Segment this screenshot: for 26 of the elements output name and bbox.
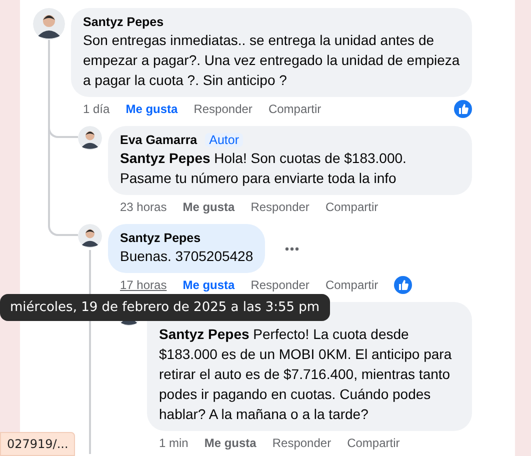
status-url: 027919/...	[0, 432, 76, 456]
author-badge: Autor	[205, 133, 244, 147]
like-link[interactable]: Me gusta	[182, 278, 235, 292]
comment-text: Santyz Pepes Hola! Son cuotas de $183.000. Pasame tu número para enviarte toda la info	[120, 149, 408, 188]
like-link[interactable]: Me gusta	[126, 102, 178, 116]
author-name[interactable]: Santyz Pepes	[120, 231, 201, 245]
share-link[interactable]: Compartir	[268, 102, 322, 116]
share-link[interactable]: Compartir	[325, 278, 378, 292]
like-link[interactable]: Me gusta	[182, 200, 235, 214]
comment-text: Buenas. 3705205428	[120, 247, 254, 266]
comment-text: Santyz Pepes Perfecto! La cuota desde $183.000 es de un MOBI 0KM. El anticipo para retirar el auto es de $7.716.400, mientras tanto podes ir pagando en cuotas. Cuándo podes hablar? A la mañana o a la tarde?	[159, 325, 453, 424]
comment-time[interactable]: 1 día	[83, 102, 110, 116]
comment-time[interactable]: 23 horas	[120, 200, 167, 214]
date-tooltip: miércoles, 19 de febrero de 2025 a las 3:55 pm	[0, 294, 330, 321]
reply-link[interactable]: Responder	[250, 200, 310, 214]
comment-time[interactable]: 1 min	[159, 436, 188, 450]
like-link[interactable]: Me gusta	[204, 436, 256, 450]
share-link[interactable]: Compartir	[325, 200, 378, 214]
reply-link[interactable]: Responder	[250, 278, 310, 292]
author-name[interactable]: Santyz Pepes	[83, 15, 164, 29]
comment-time[interactable]: 17 horas	[120, 278, 167, 292]
comment-text: Son entregas inmediatas.. se entrega la unidad antes de empezar a pagar?. Una vez entregado la unidad de empieza a pagar la cuota ?. Sin anticipo ?	[83, 31, 460, 90]
reply-link[interactable]: Responder	[272, 436, 332, 450]
reply-link[interactable]: Responder	[194, 102, 252, 116]
share-link[interactable]: Compartir	[347, 436, 400, 450]
author-name[interactable]: Eva Gamarra	[120, 133, 198, 147]
